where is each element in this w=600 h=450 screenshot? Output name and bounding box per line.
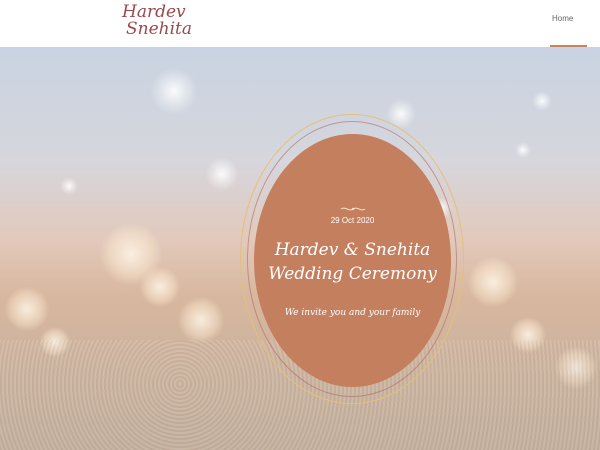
flourish-icon bbox=[340, 207, 366, 211]
logo-line-2: Snehita bbox=[126, 19, 193, 39]
sparkle bbox=[205, 157, 239, 191]
site-logo[interactable]: Hardev Snehita bbox=[122, 4, 202, 38]
invite-message: We invite you and your family bbox=[284, 308, 421, 318]
sparkle bbox=[532, 91, 552, 111]
bokeh-light bbox=[468, 257, 518, 307]
event-title-line-1: Hardev & Snehita bbox=[274, 240, 431, 260]
sparkle bbox=[515, 142, 531, 158]
event-date: 29 Oct 2020 bbox=[330, 216, 375, 225]
sparkle bbox=[150, 67, 198, 115]
event-title: Hardev & Snehita Wedding Ceremony bbox=[254, 238, 451, 286]
site-header: Hardev Snehita Home bbox=[0, 0, 600, 47]
bokeh-light bbox=[178, 297, 224, 343]
nav-link-home[interactable]: Home bbox=[552, 14, 573, 23]
bokeh-light bbox=[5, 287, 49, 331]
sparkle bbox=[60, 177, 78, 195]
bokeh-light bbox=[140, 267, 180, 307]
event-title-line-2: Wedding Ceremony bbox=[268, 264, 437, 284]
